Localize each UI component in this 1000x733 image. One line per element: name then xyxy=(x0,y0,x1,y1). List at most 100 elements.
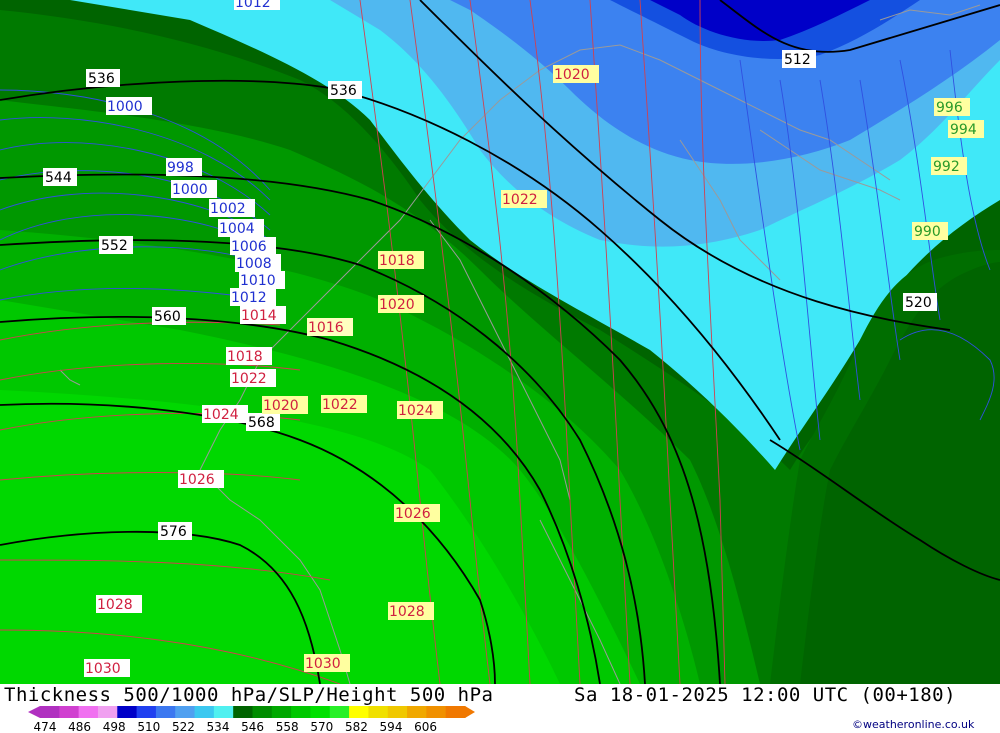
slp-label: 1030 xyxy=(84,659,130,677)
svg-text:1024: 1024 xyxy=(203,407,239,423)
legend-swatch xyxy=(426,706,447,718)
legend-arrow-right xyxy=(465,706,475,718)
svg-text:536: 536 xyxy=(330,83,357,99)
slp-label: 1004 xyxy=(218,219,264,237)
legend-swatch xyxy=(329,706,350,718)
legend-tick-label: 546 xyxy=(241,720,264,733)
legend-swatch xyxy=(291,706,311,718)
slp-label: 1000 xyxy=(171,180,217,198)
legend-tick-label: 498 xyxy=(103,720,126,733)
slp-label: 992 xyxy=(931,157,967,175)
svg-text:992: 992 xyxy=(933,159,960,175)
svg-text:1012: 1012 xyxy=(235,0,271,11)
svg-text:1004: 1004 xyxy=(219,221,255,237)
svg-text:1022: 1022 xyxy=(502,192,538,208)
svg-text:536: 536 xyxy=(88,71,115,87)
legend-tick-label: 558 xyxy=(276,720,299,733)
weather-map: 512 520 536 536 544 552 560 568 576 1000… xyxy=(0,0,1000,684)
color-legend: 474 486 498 510 522 534 546 558 570 582 594 606 xyxy=(28,706,475,733)
svg-text:1022: 1022 xyxy=(322,397,358,413)
slp-label: 1026 xyxy=(394,504,440,522)
thickness-label: 568 xyxy=(246,413,280,431)
thickness-label: 520 xyxy=(903,293,937,311)
svg-text:996: 996 xyxy=(936,100,963,116)
svg-text:1000: 1000 xyxy=(172,182,208,198)
legend-swatch xyxy=(271,706,292,718)
legend-swatch xyxy=(59,706,80,718)
slp-label: 1020 xyxy=(553,65,599,83)
forecast-datetime: Sa 18-01-2025 12:00 UTC (00+180) xyxy=(574,684,957,706)
svg-text:576: 576 xyxy=(160,524,187,540)
svg-text:1026: 1026 xyxy=(179,472,215,488)
slp-label: 1022 xyxy=(321,395,367,413)
slp-label: 1020 xyxy=(378,295,424,313)
slp-label: 1022 xyxy=(501,190,547,208)
svg-text:1026: 1026 xyxy=(395,506,431,522)
thickness-label: 536 xyxy=(86,69,120,87)
thickness-label: 552 xyxy=(99,236,133,254)
svg-text:1002: 1002 xyxy=(210,201,246,217)
svg-text:1028: 1028 xyxy=(389,604,425,620)
thickness-label: 576 xyxy=(158,522,192,540)
slp-label: 996 xyxy=(934,98,970,116)
slp-label: 1010 xyxy=(239,271,285,289)
legend-swatch xyxy=(40,706,60,718)
legend-swatch xyxy=(117,706,138,718)
svg-text:1016: 1016 xyxy=(308,320,344,336)
svg-text:1020: 1020 xyxy=(554,67,590,83)
thickness-label: 560 xyxy=(152,307,186,325)
slp-label: 1012 xyxy=(230,288,276,306)
svg-text:1012: 1012 xyxy=(231,290,267,306)
legend-swatch xyxy=(155,706,176,718)
slp-label: 1020 xyxy=(262,396,308,414)
svg-text:1020: 1020 xyxy=(379,297,415,313)
svg-text:552: 552 xyxy=(101,238,128,254)
legend-arrow-left xyxy=(28,706,40,718)
legend-tick-label: 486 xyxy=(68,720,91,733)
svg-text:1022: 1022 xyxy=(231,371,267,387)
svg-text:560: 560 xyxy=(154,309,181,325)
slp-label: 994 xyxy=(948,120,984,138)
slp-label: 1030 xyxy=(304,654,350,672)
legend-swatch xyxy=(349,706,369,718)
legend-swatch xyxy=(175,706,196,718)
legend-tick-label: 510 xyxy=(137,720,160,733)
legend-tick-label: 474 xyxy=(34,720,57,733)
svg-text:990: 990 xyxy=(914,224,941,240)
svg-text:1006: 1006 xyxy=(231,239,267,255)
svg-text:568: 568 xyxy=(248,415,275,431)
legend-swatch xyxy=(387,706,408,718)
legend-swatch xyxy=(213,706,234,718)
svg-text:994: 994 xyxy=(950,122,977,138)
slp-label: 998 xyxy=(166,158,202,176)
legend-tick-label: 606 xyxy=(414,720,437,733)
legend-tick-label: 522 xyxy=(172,720,195,733)
legend-swatch xyxy=(310,706,331,718)
legend-tick-label: 594 xyxy=(380,720,403,733)
svg-text:544: 544 xyxy=(45,170,72,186)
slp-label: 1008 xyxy=(235,254,281,272)
legend-swatch xyxy=(445,706,466,718)
legend-swatch xyxy=(97,706,118,718)
slp-label: 1028 xyxy=(96,595,142,613)
slp-label: 1018 xyxy=(226,347,272,365)
slp-label: 1026 xyxy=(178,470,224,488)
thickness-label: 536 xyxy=(328,81,362,99)
slp-label: 1022 xyxy=(230,369,276,387)
legend-swatch xyxy=(368,706,389,718)
legend-tick-label: 582 xyxy=(345,720,368,733)
thickness-label: 544 xyxy=(43,168,77,186)
slp-label: 1002 xyxy=(209,199,255,217)
slp-label: 1012 xyxy=(234,0,280,11)
slp-label: 1016 xyxy=(307,318,353,336)
legend-swatch xyxy=(252,706,273,718)
slp-label: 1000 xyxy=(106,97,152,115)
slp-label: 990 xyxy=(912,222,948,240)
legend-tick-label: 570 xyxy=(310,720,333,733)
svg-text:1008: 1008 xyxy=(236,256,272,272)
legend-tick-label: 534 xyxy=(207,720,230,733)
legend-swatch xyxy=(78,706,99,718)
svg-text:1028: 1028 xyxy=(97,597,133,613)
credit-link[interactable]: ©weatheronline.co.uk xyxy=(852,718,974,731)
svg-text:1030: 1030 xyxy=(305,656,341,672)
